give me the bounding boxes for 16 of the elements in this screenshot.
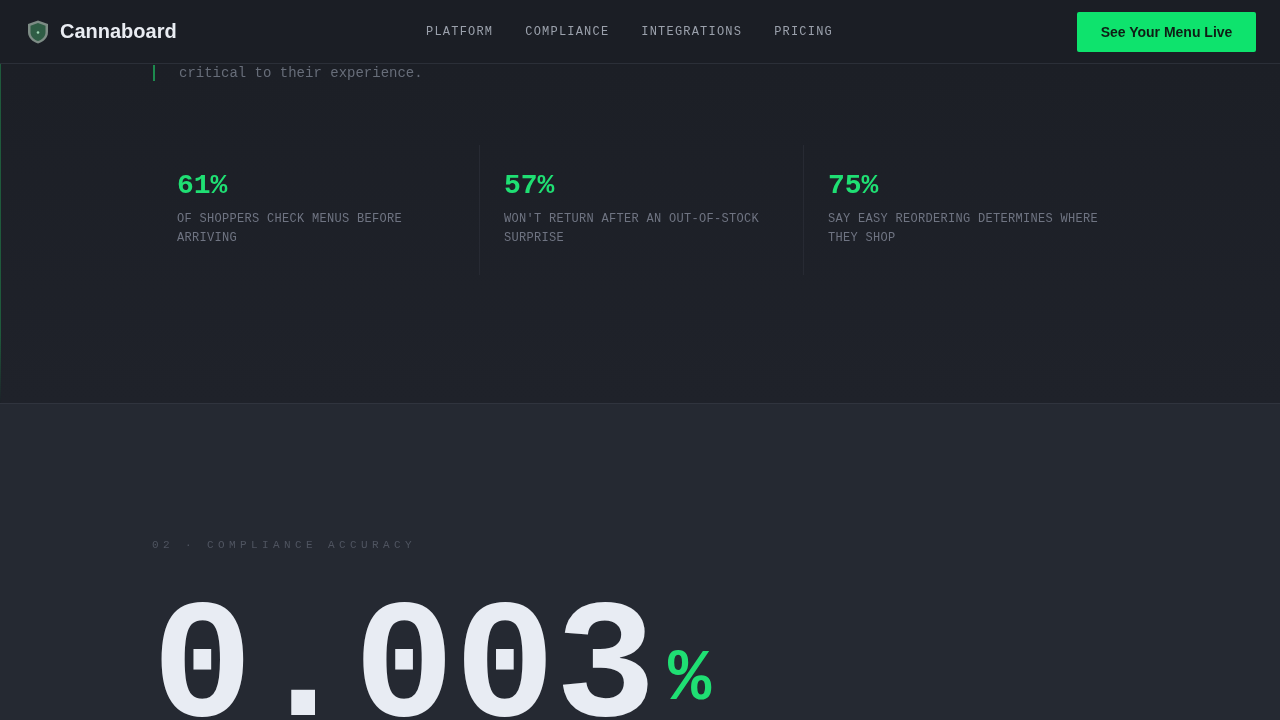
stat-label: OF SHOPPERS CHECK MENUS BEFORE ARRIVING xyxy=(177,211,404,247)
nav-link[interactable]: INTEGRATIONS xyxy=(641,24,743,39)
nav-link[interactable]: PRICING xyxy=(774,24,833,39)
stat-label: SAY EASY REORDERING DETERMINES WHERE THEY SHOP xyxy=(828,211,1100,247)
stat-value: 57% xyxy=(504,169,556,203)
shield-icon xyxy=(27,19,49,44)
stat-value: 75% xyxy=(828,169,880,203)
nav-link[interactable]: PLATFORM xyxy=(426,24,494,39)
quote-text: critical to their experience. xyxy=(153,65,423,81)
stat-label: WON'T RETURN AFTER AN OUT-OF-STOCK SURPRISE xyxy=(504,211,761,247)
see-menu-button[interactable]: See Your Menu Live xyxy=(1077,11,1256,52)
percent-unit: % xyxy=(668,644,712,716)
brand-name[interactable]: Cannaboard xyxy=(60,20,177,43)
nav-link[interactable]: COMPLIANCE xyxy=(525,24,610,39)
stat-value: 61% xyxy=(177,169,229,203)
big-number: 0.003 xyxy=(152,586,657,720)
